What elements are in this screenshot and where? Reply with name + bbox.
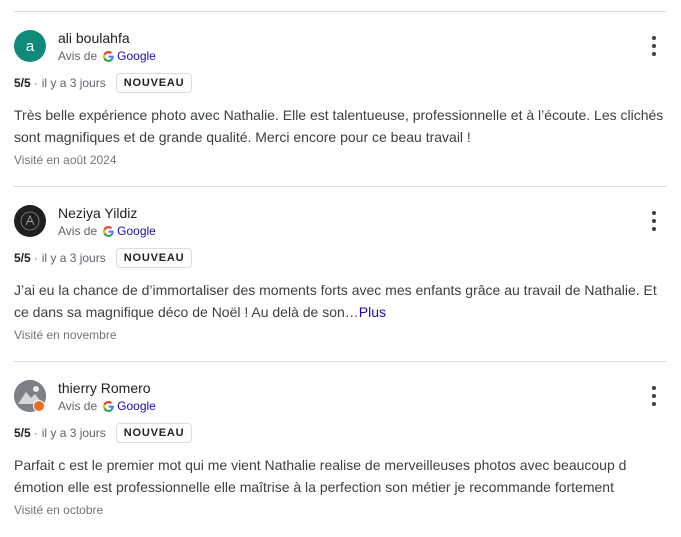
google-link[interactable]: Google (117, 49, 156, 63)
google-link[interactable]: Google (117, 224, 156, 238)
source-prefix: Avis de (58, 399, 98, 413)
review-text: J’ai eu la chance de d’immortaliser des … (14, 279, 669, 323)
more-vert-icon[interactable] (642, 386, 666, 406)
avatar-logo-icon (20, 211, 40, 231)
reviewer-name[interactable]: Neziya Yildiz (58, 205, 137, 221)
source-prefix: Avis de (58, 224, 98, 238)
review-time: il y a 3 jours (41, 76, 106, 90)
more-vert-icon[interactable] (642, 36, 666, 56)
google-g-logo (103, 225, 114, 237)
menu-dot (652, 211, 656, 215)
review-source: Avis de Google (58, 399, 156, 413)
source-prefix: Avis de (58, 49, 98, 63)
review-card: Neziya Yildiz Avis de Google 5/5 · il y … (0, 187, 681, 362)
google-link[interactable]: Google (117, 399, 156, 413)
visited-date: Visité en octobre (14, 503, 104, 517)
menu-dot (652, 402, 656, 406)
more-vert-icon[interactable] (642, 211, 666, 231)
review-time: il y a 3 jours (41, 426, 106, 440)
menu-dot (652, 386, 656, 390)
rating-value: 5/5 (14, 76, 31, 90)
menu-dot (652, 219, 656, 223)
menu-dot (652, 44, 656, 48)
new-badge: NOUVEAU (115, 73, 193, 93)
reviewer-name[interactable]: ali boulahfa (58, 30, 130, 46)
separator: · (33, 426, 38, 440)
avatar[interactable]: a (14, 30, 46, 62)
more-link[interactable]: Plus (359, 304, 386, 320)
new-badge: NOUVEAU (115, 248, 193, 268)
review-body: J’ai eu la chance de d’immortaliser des … (14, 282, 657, 320)
rating-row: 5/5 · il y a 3 jours NOUVEAU (14, 422, 193, 444)
rating-value: 5/5 (14, 251, 31, 265)
avatar[interactable] (14, 205, 46, 237)
review-body: Parfait c est le premier mot qui me vien… (14, 457, 627, 495)
review-source: Avis de Google (58, 49, 156, 63)
visited-date: Visité en novembre (14, 328, 117, 342)
visited-date: Visité en août 2024 (14, 153, 117, 167)
menu-dot (652, 36, 656, 40)
google-g-logo (103, 400, 114, 412)
reviewer-name[interactable]: thierry Romero (58, 380, 151, 396)
review-card: thierry Romero Avis de Google 5/5 · il y… (0, 362, 681, 537)
avatar-letter: a (25, 37, 35, 55)
rating-row: 5/5 · il y a 3 jours NOUVEAU (14, 72, 193, 94)
rating-row: 5/5 · il y a 3 jours NOUVEAU (14, 247, 193, 269)
separator: · (33, 76, 38, 90)
review-text: Parfait c est le premier mot qui me vien… (14, 454, 669, 498)
review-text: Très belle expérience photo avec Nathali… (14, 104, 669, 148)
google-g-logo (103, 50, 114, 62)
menu-dot (652, 52, 656, 56)
review-time: il y a 3 jours (41, 251, 106, 265)
menu-dot (652, 394, 656, 398)
menu-dot (652, 227, 656, 231)
review-card: a ali boulahfa Avis de Google 5/5 · il y… (0, 12, 681, 187)
review-body: Très belle expérience photo avec Nathali… (14, 107, 664, 145)
local-guide-badge-icon (33, 400, 45, 412)
review-source: Avis de Google (58, 224, 156, 238)
separator: · (33, 251, 38, 265)
new-badge: NOUVEAU (115, 423, 193, 443)
rating-value: 5/5 (14, 426, 31, 440)
